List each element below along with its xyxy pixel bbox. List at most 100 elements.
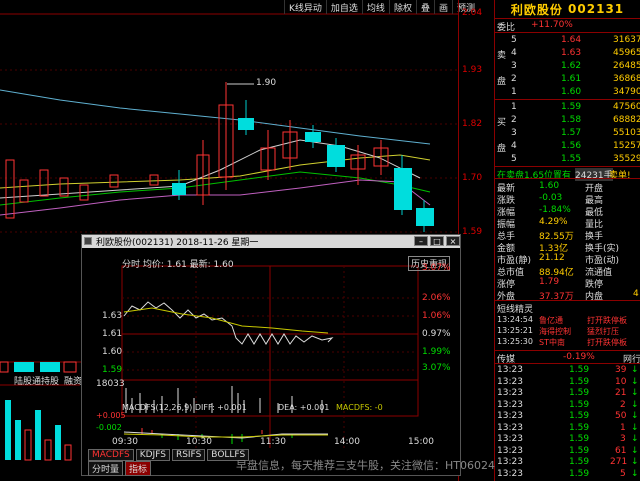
toolbar-overlay[interactable]: 叠 [415,0,434,14]
volume: 47560 [613,102,640,112]
tick-time: 13:23 [497,411,523,421]
level: 5 [511,35,517,45]
level: 2 [511,115,517,125]
indicator-tabs: MACDFS KDJFS RSIFS BOLLFS [88,449,250,461]
weibi-row: 委比 +11.70% [495,19,640,33]
quote-value: 1.79 [539,277,560,287]
orderbook-sell-row: 卖 4 1.63 45965 [495,47,640,61]
tab-kdjfs[interactable]: KDJFS [135,449,170,461]
volume: 35529 [613,154,640,164]
toolbar-exright[interactable]: 除权 [388,0,416,14]
orderbook-sell-row: 盘 2 1.61 36868 [495,73,640,87]
event-row: 13:25:30 ST中南 打开跌停板 [495,336,640,349]
orderbook-buy-row: 3 1.57 55103 [495,127,640,140]
minimize-button[interactable]: – [414,236,428,246]
tick-volume: 50 [615,411,627,421]
tick-volume: 271 [610,457,628,467]
orderbook-buy-row: 5 1.55 35529 [495,153,640,166]
popup-titlebar[interactable]: 利欧股份(002131) 2018-11-26 星期一 – □ × [82,235,460,248]
tick-time: 13:23 [497,468,523,479]
tick-volume: 10 [615,376,627,387]
event-time: 13:25:30 [497,337,533,346]
close-button[interactable]: × [446,236,460,246]
price-tick: 2.04 [462,8,483,18]
price-axis: 2.04 1.93 1.82 1.70 1.59 [458,0,494,481]
level: 1 [511,87,517,97]
down-arrow-icon: ↓ [631,445,639,456]
toolbar-kline-alert[interactable]: K线异动 [284,0,326,14]
high-mark-label: 1.90 [256,78,277,88]
view-tabs: 分时量 指标 [88,461,152,476]
level: 4 [511,141,517,151]
price-tick: 1.70 [462,173,483,183]
level: 4 [511,48,517,58]
ma-line-60 [0,89,431,145]
volume: 45965 [613,48,640,58]
tick-volume: 61 [615,445,627,456]
event-stock[interactable]: ST中南 [539,337,565,348]
tab-rsifs[interactable]: RSIFS [171,449,206,461]
tick-volume: 2 [620,399,626,410]
quote-value: 4.29% [539,217,568,227]
down-arrow-icon: ↓ [631,434,639,444]
level: 1 [511,102,517,112]
orderbook-buy-row: 盘 4 1.56 15257 [495,140,640,154]
quote-value: 21.12 [539,253,565,263]
down-arrow-icon: ↓ [631,388,639,398]
tick-price: 1.59 [569,434,590,444]
volume: 68882 [613,115,640,125]
down-arrow-icon: ↓ [631,422,639,433]
down-arrow-icon: ↓ [631,468,639,479]
down-arrow-icon: ↓ [631,376,639,387]
price-tick: 1.93 [462,65,483,75]
toolbar-draw[interactable]: 画 [433,0,452,14]
volume: 36868 [613,74,640,84]
tick-price: 1.59 [569,399,590,410]
orderbook-sell-row: 3 1.62 26485 [495,60,640,73]
tick-price: 1.59 [569,468,590,479]
stock-name: 利欧股份 [510,2,563,17]
tick-time: 13:23 [497,457,523,467]
price: 1.61 [561,74,582,84]
quote-label: 内盘 [585,292,604,302]
popup-title-text: 利欧股份(002131) 2018-11-26 星期一 [96,238,259,248]
tab-fenshi-volume[interactable]: 分时量 [88,461,124,476]
quote-label: 外盘 [497,292,516,302]
quote-row: 外盘 37.37万 内盘 4 [495,288,640,302]
kline-tab-lugutong[interactable]: 陆股通持股 [14,374,59,387]
price: 1.55 [561,154,582,164]
level: 3 [511,61,517,71]
tab-macdfs[interactable]: MACDFS [88,449,134,461]
price: 1.58 [561,115,582,125]
orderbook-buy-row: 买 2 1.58 68882 [495,114,640,128]
watermark-text: 早盘信息，每天推荐三支牛股，关注微信：HT06024 [236,459,495,472]
tick-price: 1.59 [569,422,590,433]
tick-volume: 39 [615,365,627,375]
volume: 26485 [613,61,640,71]
intraday-popup[interactable]: 利欧股份(002131) 2018-11-26 星期一 – □ × 分时 均价:… [81,234,461,476]
tick-price: 1.59 [569,457,590,467]
toolbar-ma[interactable]: 均线 [361,0,389,14]
weibi-value: +11.70% [531,20,573,30]
event-time: 13:24:54 [497,315,533,324]
level: 3 [511,128,517,138]
ma-line-10 [0,171,431,206]
event-time: 13:25:21 [497,326,533,335]
tick-time: 13:23 [497,422,523,433]
stock-title: 利欧股份 002131 [495,0,640,18]
price: 1.60 [561,87,582,97]
price: 1.57 [561,128,582,138]
price: 1.63 [561,48,582,58]
price: 1.62 [561,61,582,71]
down-arrow-icon: ↓ [631,399,639,410]
tick-price: 1.59 [569,411,590,421]
quote-value: 4 [633,289,639,299]
maximize-button[interactable]: □ [430,236,444,246]
tick-volume: 1 [620,422,626,433]
tab-indicator[interactable]: 指标 [125,461,152,476]
tick-time: 13:23 [497,434,523,444]
quote-panel: 利欧股份 002131 委比 +11.70% 在卖盘1.65位置有 24231手… [494,0,640,481]
volume: 15257 [613,141,640,151]
kline-tab-rongzi[interactable]: 融资 [64,374,82,387]
toolbar-add-watchlist[interactable]: 加自选 [325,0,362,14]
